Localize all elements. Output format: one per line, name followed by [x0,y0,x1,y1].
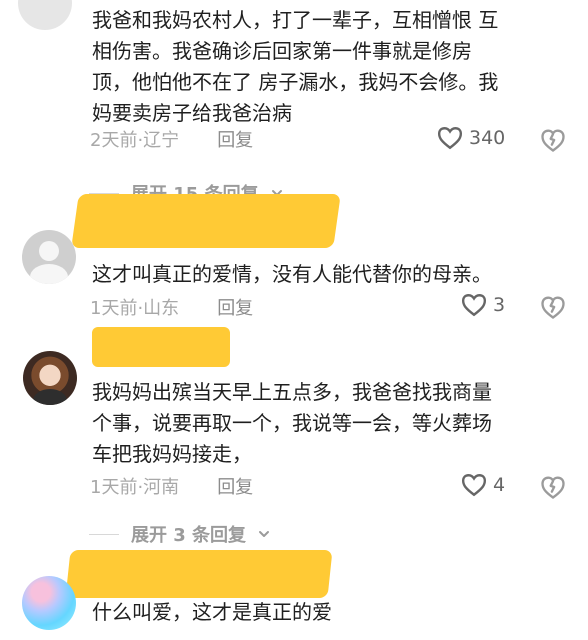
like-button[interactable]: 3 [461,293,505,317]
heart-icon [461,293,487,317]
like-count: 3 [493,294,506,316]
expand-label: 展开 3 条回复 [131,525,247,546]
avatar [22,230,76,284]
like-count: 340 [469,127,506,149]
expand-replies-button[interactable]: 展开 3 条回复 [89,521,270,547]
heart-icon [461,473,487,497]
comment-meta: 1天前·河南 回复 [90,473,253,499]
avatar [18,0,72,30]
comment-meta: 1天前·山东 回复 [90,294,253,320]
like-button[interactable]: 4 [461,473,505,497]
reply-button[interactable]: 回复 [217,294,253,320]
like-button[interactable]: 340 [437,126,505,150]
comment-time-location: 1天前·山东 [90,298,180,319]
comment-meta: 2天前·辽宁 回复 [90,126,253,152]
reply-button[interactable]: 回复 [217,126,253,152]
divider-line [89,533,119,535]
avatar-head-shape [39,241,59,261]
dislike-button[interactable] [539,293,567,321]
dislike-button[interactable] [539,473,567,501]
comment-time-location: 2天前·辽宁 [90,130,180,151]
comment-text: 这才叫真正的爱情，没有人能代替你的母亲。 [92,262,492,286]
broken-heart-icon [539,473,567,501]
reply-button[interactable]: 回复 [217,473,253,499]
redaction-block [71,194,341,248]
comment-text: 我爸和我妈农村人，打了一辈子，互相憎恨 互 相伤害。我爸确诊后回家第一件事就是修… [92,8,499,125]
avatar-shirt-shape [33,389,67,405]
avatar-body-shape [30,264,68,284]
avatar [22,576,76,630]
chevron-down-icon [258,528,270,540]
like-count: 4 [493,474,506,496]
comment-time-location: 1天前·河南 [90,477,180,498]
redaction-block [92,327,230,367]
broken-heart-icon [539,126,567,154]
dislike-button[interactable] [539,126,567,154]
comment-text: 我妈妈出殡当天早上五点多，我爸爸找我商量 个事，说要再取一个，我说等一会，等火葬… [92,380,492,466]
broken-heart-icon [539,293,567,321]
heart-icon [437,126,463,150]
avatar [23,351,77,405]
redaction-block [65,550,333,598]
comment-text: 什么叫爱，这才是真正的爱 [92,600,332,624]
